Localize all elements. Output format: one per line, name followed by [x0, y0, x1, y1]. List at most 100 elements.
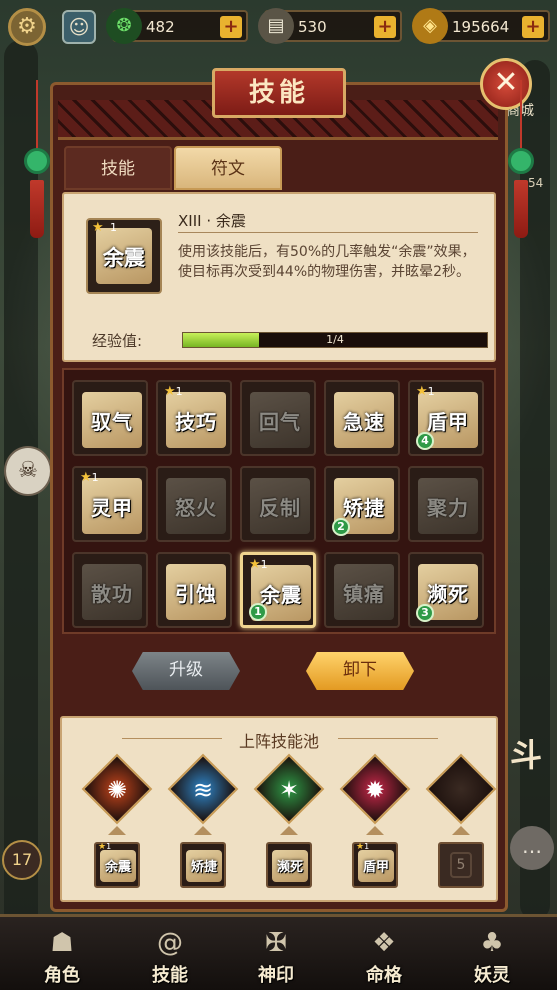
blood-flame-icon: ✹ — [364, 776, 386, 804]
seal-icon: ✠ — [265, 928, 287, 958]
nav-label: 妖灵 — [474, 965, 510, 986]
pool-rune-slot[interactable]: 5 — [438, 842, 484, 888]
pool-skill[interactable] — [425, 753, 497, 825]
caret-up-icon — [452, 826, 470, 835]
rune-label: 镇痛 — [343, 582, 385, 606]
resource-value: 530 — [298, 18, 327, 36]
action-row: 升级 卸下 — [62, 640, 496, 702]
pool-skill[interactable]: ≋ — [167, 753, 239, 825]
empty-skill-icon — [438, 766, 484, 812]
rune-cell[interactable]: 余震 ★1 1 — [240, 552, 316, 628]
nav-label: 命格 — [366, 965, 402, 986]
rune-cell[interactable]: 急速 — [324, 380, 400, 456]
scroll-icon: 聚力 — [418, 478, 478, 534]
star-icon: ★1 — [80, 470, 99, 485]
scroll-icon: 灵甲 — [82, 478, 142, 534]
rune-info-card: 余震 ★ 1 XIII · 余震 使用该技能后，有50%的几率触发“余震”效果，… — [62, 192, 496, 362]
rune-label: 技巧 — [175, 410, 217, 434]
nav-item[interactable]: ♣ 妖灵 — [444, 917, 540, 990]
rune-grid: 驭气 技巧 ★1 回气 急速 盾甲 ★1 4 灵甲 ★1 怒火 反制 矫捷 2 聚力 散功 引蚀 余震 ★1 1 镇痛濒… — [62, 368, 496, 634]
tab-rune[interactable]: 符文 — [174, 146, 282, 190]
side-counter: 54 — [528, 176, 544, 190]
nav-label: 角色 — [44, 965, 80, 986]
star-icon: ★1 — [356, 842, 370, 852]
add-book-button[interactable]: + — [374, 16, 396, 38]
pool-rune-slot[interactable]: 矫捷 — [180, 842, 226, 888]
rune-cell[interactable]: 矫捷 2 — [324, 466, 400, 542]
rune-label: 反制 — [259, 496, 301, 520]
rune-cell[interactable]: 濒死 3 — [408, 552, 484, 628]
add-jade-button[interactable]: + — [220, 16, 242, 38]
jade-ornament-icon — [508, 148, 534, 174]
skull-notice-icon[interactable]: ☠ — [4, 446, 52, 496]
nav-item[interactable]: ☗ 角色 — [14, 917, 110, 990]
wind-slash-icon: ✶ — [278, 776, 300, 804]
rune-label: 盾甲 — [362, 860, 389, 875]
pool-skill[interactable]: ✹ — [339, 753, 411, 825]
rune-label: 散功 — [91, 582, 133, 606]
bottom-nav: ☗ 角色 @ 技能 ✠ 神印 ❖ 命格 ♣ 妖灵 — [0, 914, 557, 990]
exp-progress-bar: 1/4 — [182, 332, 488, 348]
scroll-icon: 镇痛 — [334, 564, 394, 620]
nav-item[interactable]: ✠ 神印 — [228, 917, 324, 990]
rune-description: 使用该技能后，有50%的几率触发“余震”效果，使目标再次受到44%的物理伤害，并… — [178, 244, 476, 280]
rune-level: 1 — [364, 842, 370, 851]
star-icon: ★1 — [416, 384, 435, 399]
tab-skill[interactable]: 技能 — [64, 146, 172, 190]
scroll-icon: 技巧 — [166, 392, 226, 448]
fate-icon: ❖ — [372, 928, 396, 958]
rune-cell[interactable]: 反制 — [240, 466, 316, 542]
chat-icon[interactable]: … — [510, 826, 554, 870]
pool-rune-slot[interactable]: 濒死 — [266, 842, 312, 888]
selected-rune-portrait: 余震 ★ 1 — [86, 218, 162, 294]
panel-title: 技能 — [212, 68, 346, 118]
rune-label: 矫捷 — [343, 496, 385, 520]
scroll-icon: 反制 — [250, 478, 310, 534]
nav-item[interactable]: ❖ 命格 — [336, 917, 432, 990]
rune-level: 1 — [106, 842, 112, 851]
rune-cell[interactable]: 散功 — [72, 552, 148, 628]
rune-cell[interactable]: 怒火 — [156, 466, 232, 542]
rune-glyph: 余震 — [103, 245, 145, 270]
star-icon: ★ — [92, 220, 104, 235]
settings-gear-icon[interactable]: ⚙ — [8, 8, 46, 46]
rune-cell[interactable]: 盾甲 ★1 4 — [408, 380, 484, 456]
pool-skill[interactable]: ✶ — [253, 753, 325, 825]
add-coin-button[interactable]: + — [522, 16, 544, 38]
rune-name: XIII · 余震 — [178, 212, 246, 230]
rune-label: 濒死 — [276, 860, 303, 875]
rune-level: 1 — [91, 471, 99, 484]
pool-skill[interactable]: ✺ — [81, 753, 153, 825]
fight-glyph: 斗 — [510, 736, 543, 774]
scroll-icon: 余震 — [100, 850, 136, 882]
rune-cell[interactable]: 引蚀 — [156, 552, 232, 628]
rune-label: 灵甲 — [91, 496, 133, 520]
rune-cell[interactable]: 技巧 ★1 — [156, 380, 232, 456]
scroll-icon: 怒火 — [166, 478, 226, 534]
skill-pool-title: 上阵技能池 — [238, 732, 319, 751]
rune-label: 盾甲 — [427, 410, 469, 434]
pool-rune-slot[interactable]: 余震 ★1 — [94, 842, 140, 888]
rune-cell[interactable]: 镇痛 — [324, 552, 400, 628]
divider — [178, 232, 478, 233]
rune-label: 余震 — [104, 860, 131, 875]
rune-label: 聚力 — [427, 496, 469, 520]
scroll-icon: 余震 — [96, 228, 152, 284]
fire-dragon-icon: ✺ — [106, 776, 128, 804]
unload-button[interactable]: 卸下 — [306, 652, 414, 690]
nav-item[interactable]: @ 技能 — [122, 917, 218, 990]
exp-label: 经验值: — [92, 332, 143, 350]
scroll-icon: 急速 — [334, 392, 394, 448]
level-badge[interactable]: 17 — [2, 840, 42, 880]
rune-cell[interactable]: 驭气 — [72, 380, 148, 456]
rune-cell[interactable]: 聚力 — [408, 466, 484, 542]
rune-cell[interactable]: 灵甲 ★1 — [72, 466, 148, 542]
player-avatar[interactable]: ☺ — [62, 10, 96, 44]
star-icon: ★1 — [98, 842, 112, 852]
pool-rune-slot[interactable]: 盾甲 ★1 — [352, 842, 398, 888]
upgrade-button[interactable]: 升级 — [132, 652, 240, 690]
nav-label: 技能 — [152, 965, 188, 986]
skill-pool: 上阵技能池 ✺ ≋ ✶ ✹ 余震 ★1 矫捷 濒死 盾甲 ★1 5 — [60, 716, 498, 902]
rune-level: 1 — [110, 221, 117, 234]
rune-cell[interactable]: 回气 — [240, 380, 316, 456]
